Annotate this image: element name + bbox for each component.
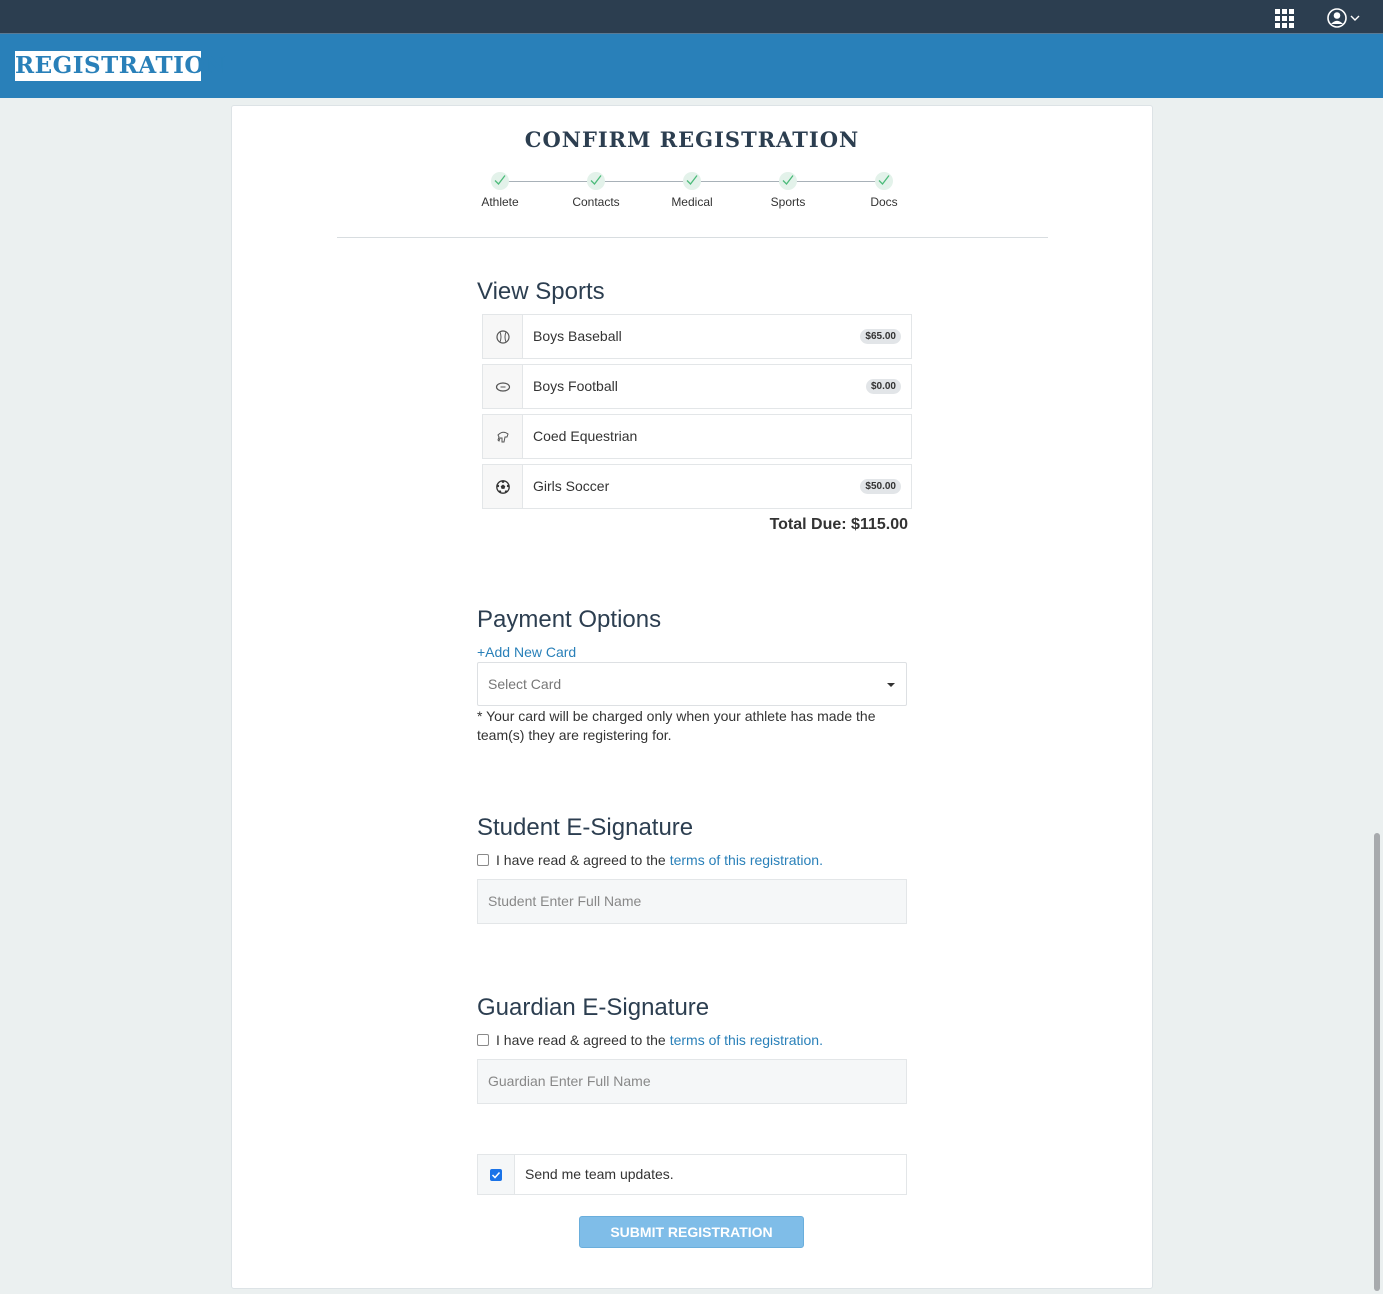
football-icon xyxy=(483,365,523,408)
baseball-icon xyxy=(483,315,523,358)
user-circle-icon xyxy=(1327,8,1360,28)
guardian-agree-row: I have read & agreed to the terms of thi… xyxy=(477,1032,823,1048)
step-sports[interactable]: Sports xyxy=(758,172,818,209)
student-signature-heading: Student E-Signature xyxy=(477,814,694,841)
horse-icon xyxy=(483,415,523,458)
step-contacts[interactable]: Contacts xyxy=(566,172,626,209)
view-sports-heading: View Sports xyxy=(477,278,605,305)
price-badge: $50.00 xyxy=(860,479,901,494)
sport-row: Girls Soccer $50.00 xyxy=(482,464,912,509)
step-docs[interactable]: Docs xyxy=(854,172,914,209)
check-icon xyxy=(491,172,509,190)
top-bar xyxy=(0,0,1383,34)
step-label: Contacts xyxy=(572,195,620,209)
progress-stepper: Athlete Contacts Medical Sports Docs xyxy=(480,172,898,212)
check-icon xyxy=(779,172,797,190)
step-label: Docs xyxy=(870,195,898,209)
select-card-dropdown[interactable]: Select Card xyxy=(477,662,907,706)
terms-link[interactable]: terms of this registration. xyxy=(670,852,823,868)
checkbox-wrapper xyxy=(478,1155,515,1194)
grid-icon[interactable] xyxy=(1275,9,1294,28)
guardian-name-placeholder: Guardian Enter Full Name xyxy=(488,1073,651,1089)
logo[interactable]: REGISTRATION xyxy=(15,51,226,81)
step-medical[interactable]: Medical xyxy=(662,172,722,209)
scrollbar[interactable] xyxy=(1374,833,1380,1291)
check-icon xyxy=(683,172,701,190)
step-label: Sports xyxy=(770,195,806,209)
divider xyxy=(337,237,1048,238)
agree-text: I have read & agreed to the xyxy=(496,1032,666,1048)
sport-name: Boys Baseball xyxy=(533,328,622,344)
sport-name: Boys Football xyxy=(533,378,618,394)
select-card-placeholder: Select Card xyxy=(488,676,562,692)
app-header: REGISTRATION xyxy=(0,34,1383,98)
student-name-placeholder: Student Enter Full Name xyxy=(488,893,642,909)
price-badge: $0.00 xyxy=(865,379,901,394)
sport-row: Boys Football $0.00 xyxy=(482,364,912,409)
step-athlete[interactable]: Athlete xyxy=(470,172,530,209)
step-label: Medical xyxy=(671,195,713,209)
sport-row: Coed Equestrian xyxy=(482,414,912,459)
guardian-agree-checkbox[interactable] xyxy=(477,1034,489,1046)
guardian-signature-heading: Guardian E-Signature xyxy=(477,994,710,1021)
caret-down-icon xyxy=(887,683,895,687)
soccer-ball-icon xyxy=(483,465,523,508)
add-new-card-link[interactable]: +Add New Card xyxy=(477,644,576,660)
student-name-input[interactable]: Student Enter Full Name xyxy=(477,879,907,924)
terms-link[interactable]: terms of this registration. xyxy=(670,1032,823,1048)
team-updates-row: Send me team updates. xyxy=(477,1154,907,1195)
sport-row: Boys Baseball $65.00 xyxy=(482,314,912,359)
registration-card: CONFIRM REGISTRATION Athlete Contacts Me… xyxy=(231,105,1153,1289)
team-updates-checkbox[interactable] xyxy=(490,1168,502,1181)
student-agree-checkbox[interactable] xyxy=(477,854,489,866)
price-badge: $65.00 xyxy=(860,329,901,344)
payment-options-heading: Payment Options xyxy=(477,606,662,633)
total-due: Total Due: $115.00 xyxy=(769,516,908,533)
sport-name: Coed Equestrian xyxy=(533,428,638,444)
payment-note: * Your card will be charged only when yo… xyxy=(477,708,876,743)
agree-text: I have read & agreed to the xyxy=(496,852,666,868)
guardian-name-input[interactable]: Guardian Enter Full Name xyxy=(477,1059,907,1104)
sport-name: Girls Soccer xyxy=(533,478,610,494)
team-updates-label: Send me team updates. xyxy=(525,1166,674,1182)
check-icon xyxy=(875,172,893,190)
check-icon xyxy=(587,172,605,190)
user-menu[interactable] xyxy=(1327,8,1367,28)
page-title: CONFIRM REGISTRATION xyxy=(524,127,860,152)
submit-registration-button[interactable]: SUBMIT REGISTRATION xyxy=(579,1216,804,1248)
student-agree-row: I have read & agreed to the terms of thi… xyxy=(477,852,823,868)
check-icon xyxy=(491,1171,501,1179)
step-label: Athlete xyxy=(481,195,519,209)
